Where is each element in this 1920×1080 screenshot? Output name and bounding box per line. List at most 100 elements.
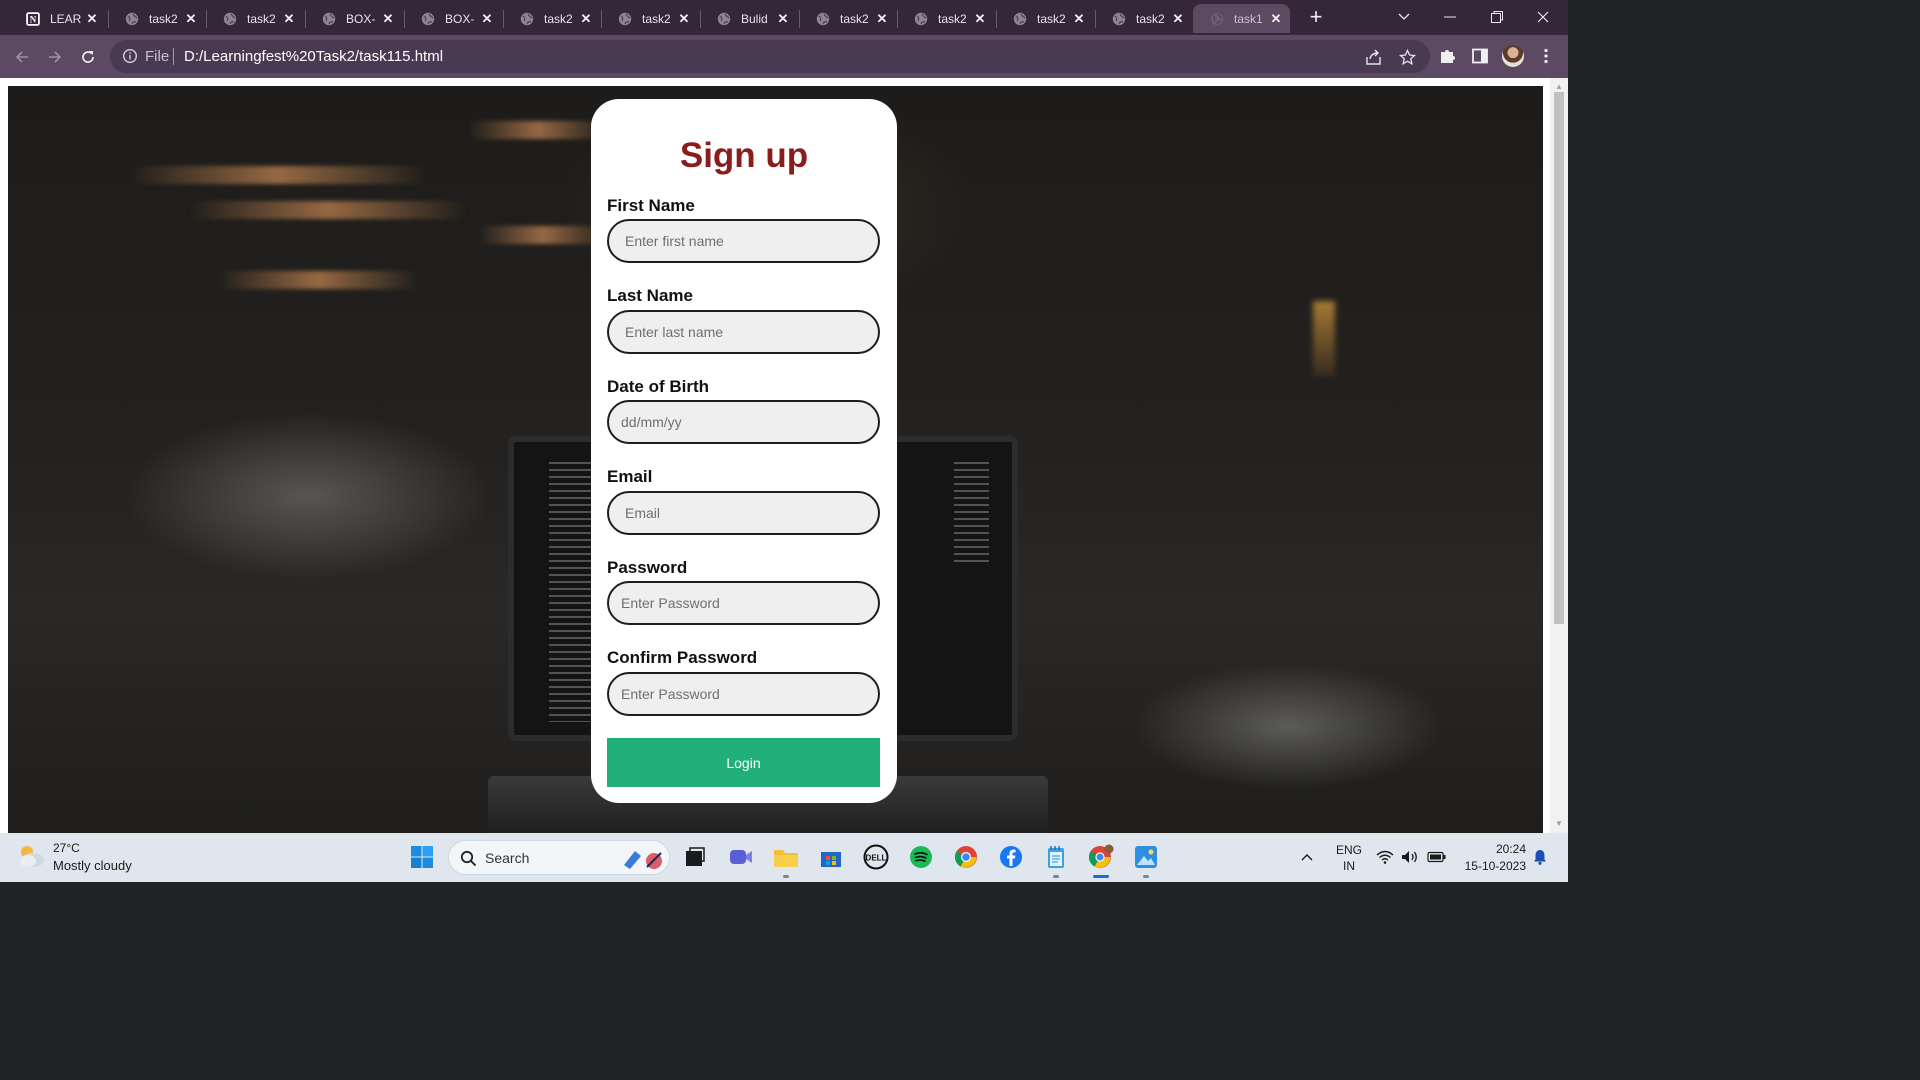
globe-icon: [1111, 11, 1127, 27]
tab-close-icon[interactable]: ✕: [84, 11, 100, 27]
address-bar[interactable]: File D:/Learningfest%20Task2/task115.htm…: [110, 40, 1430, 73]
scroll-up-arrow-icon[interactable]: ▲: [1554, 82, 1564, 92]
browser-tab[interactable]: task2 ✕: [897, 4, 994, 33]
password-input[interactable]: [607, 581, 880, 625]
arrow-right-icon: [49, 51, 62, 63]
browser-tab[interactable]: task2 ✕: [996, 4, 1093, 33]
tab-title: task2: [544, 11, 573, 26]
kebab-menu-icon: [1544, 48, 1548, 64]
taskbar-search-box[interactable]: Search: [448, 840, 670, 875]
page-scrollbar[interactable]: ▲ ▼: [1550, 78, 1568, 833]
restore-button[interactable]: [1474, 4, 1520, 30]
store-icon[interactable]: [818, 844, 844, 870]
minimize-button[interactable]: [1427, 4, 1473, 30]
tab-close-icon[interactable]: ✕: [380, 11, 396, 27]
new-tab-button[interactable]: +: [1305, 6, 1327, 28]
back-button[interactable]: [8, 43, 36, 71]
chevron-down-icon: [1398, 13, 1410, 20]
browser-tab[interactable]: task2 ✕: [1095, 4, 1192, 33]
browser-tab[interactable]: task2 ✕: [108, 4, 205, 33]
weather-description[interactable]: Mostly cloudy: [53, 858, 132, 873]
tab-close-icon[interactable]: ✕: [1170, 11, 1186, 27]
photos-icon[interactable]: [1133, 844, 1159, 870]
profile-avatar[interactable]: [1502, 45, 1524, 67]
spotify-icon[interactable]: [908, 844, 934, 870]
tab-close-icon[interactable]: ✕: [1071, 11, 1087, 27]
browser-tab[interactable]: task2 ✕: [206, 4, 303, 33]
info-icon[interactable]: [122, 48, 138, 64]
email-input[interactable]: [607, 491, 880, 535]
side-panel-button[interactable]: [1469, 45, 1491, 67]
scroll-down-arrow-icon[interactable]: ▼: [1554, 819, 1564, 829]
running-indicator: [783, 875, 789, 878]
tab-close-icon[interactable]: ✕: [479, 11, 495, 27]
tab-separator: [206, 10, 207, 28]
chevron-up-icon: [1301, 854, 1313, 861]
globe-icon: [716, 11, 732, 27]
browser-tab[interactable]: task2 ✕: [601, 4, 698, 33]
login-button[interactable]: Login: [607, 738, 880, 787]
bookmark-button[interactable]: [1397, 47, 1417, 67]
weather-cloud-sun-icon[interactable]: [16, 843, 46, 869]
share-button[interactable]: [1363, 47, 1383, 67]
meet-icon[interactable]: [728, 844, 754, 870]
tab-close-icon[interactable]: ✕: [578, 11, 594, 27]
tab-title: task2: [247, 11, 276, 26]
search-label: Search: [485, 850, 530, 866]
tab-separator: [601, 10, 602, 28]
tab-close-icon[interactable]: ✕: [972, 11, 988, 27]
tab-close-icon[interactable]: ✕: [183, 11, 199, 27]
close-window-button[interactable]: [1520, 4, 1566, 30]
dell-icon[interactable]: DELL: [863, 844, 889, 870]
clock-date[interactable]: 15-10-2023: [1456, 859, 1526, 873]
tab-close-icon[interactable]: ✕: [281, 11, 297, 27]
notepad-icon[interactable]: [1043, 844, 1069, 870]
url-text[interactable]: D:/Learningfest%20Task2/task115.html: [184, 48, 443, 65]
first-name-input[interactable]: [607, 219, 880, 263]
battery-icon[interactable]: [1424, 844, 1450, 870]
browser-tab[interactable]: task2 ✕: [799, 4, 896, 33]
browser-tab[interactable]: task2 ✕: [503, 4, 600, 33]
extensions-button[interactable]: [1436, 45, 1458, 67]
chrome-profile-icon[interactable]: [1088, 844, 1114, 870]
browser-tab[interactable]: BOX- ✕: [305, 4, 402, 33]
reload-button[interactable]: [74, 43, 102, 71]
task-view-icon[interactable]: [682, 844, 708, 870]
confirm-password-input[interactable]: [607, 672, 880, 716]
region-indicator[interactable]: IN: [1334, 859, 1364, 873]
facebook-icon[interactable]: [998, 844, 1024, 870]
tab-close-icon[interactable]: ✕: [874, 11, 890, 27]
browser-tab[interactable]: Bulid ✕: [700, 4, 797, 33]
tab-search-button[interactable]: [1381, 4, 1427, 30]
tab-separator: [996, 10, 997, 28]
show-hidden-icons-button[interactable]: [1296, 844, 1318, 870]
tab-close-icon[interactable]: ✕: [676, 11, 692, 27]
browser-menu-button[interactable]: [1535, 45, 1557, 67]
close-icon: [1537, 11, 1549, 23]
clock-time[interactable]: 20:24: [1486, 842, 1526, 856]
browser-tab[interactable]: N LEAR ✕: [9, 4, 106, 33]
browser-toolbar: File D:/Learningfest%20Task2/task115.htm…: [0, 35, 1568, 78]
dob-input[interactable]: [607, 400, 880, 444]
tab-close-icon[interactable]: ✕: [775, 11, 791, 27]
tab-separator: [503, 10, 504, 28]
volume-icon[interactable]: [1398, 844, 1422, 870]
wifi-icon[interactable]: [1374, 844, 1396, 870]
tab-title: task2: [1136, 11, 1165, 26]
scroll-thumb[interactable]: [1554, 92, 1564, 624]
weather-temperature[interactable]: 27°C: [53, 841, 80, 855]
windows-start-icon[interactable]: [409, 844, 435, 870]
forward-button[interactable]: [41, 43, 69, 71]
chrome-icon[interactable]: [953, 844, 979, 870]
browser-tab-active[interactable]: task1 ✕: [1193, 4, 1290, 33]
notification-bell-icon[interactable]: [1529, 844, 1551, 870]
language-indicator[interactable]: ENG: [1334, 843, 1364, 857]
window-blind-light: [218, 271, 418, 289]
restore-icon: [1491, 11, 1503, 23]
browser-tab[interactable]: BOX- ✕: [404, 4, 501, 33]
tab-title: task2: [840, 11, 869, 26]
minimize-icon: [1444, 16, 1456, 18]
last-name-input[interactable]: [607, 310, 880, 354]
tab-close-icon[interactable]: ✕: [1268, 11, 1284, 27]
file-explorer-icon[interactable]: [773, 844, 799, 870]
